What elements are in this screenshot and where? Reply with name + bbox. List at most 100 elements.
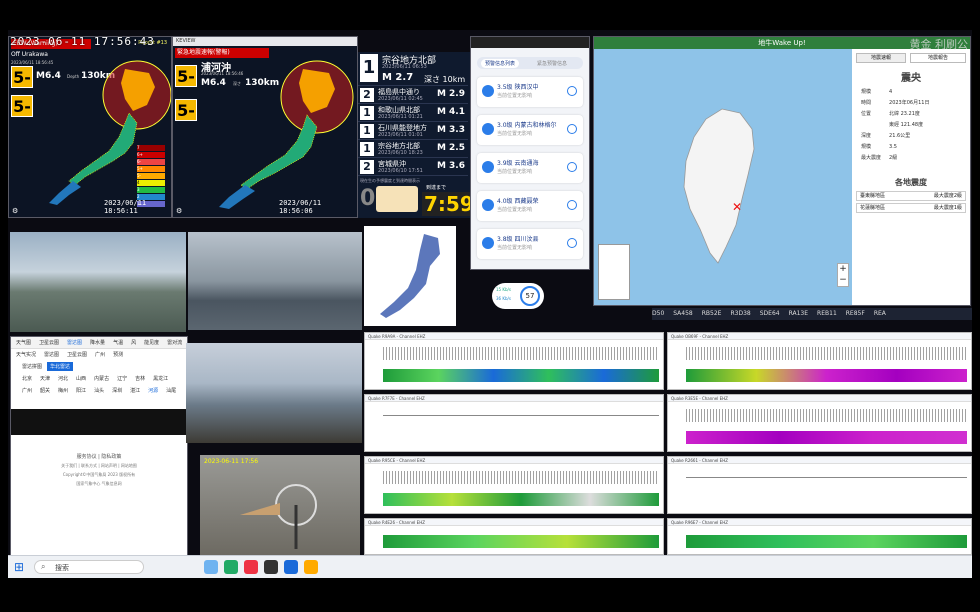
seismogram-panel[interactable]: Quake R4E26 - Channel EHZ bbox=[364, 518, 664, 555]
taiwan-quake-window[interactable]: 地牛Wake Up! ✕ + − 地震速報 地震報告 震央 規模 4 時間 2023年… bbox=[593, 36, 971, 306]
tab-visibility[interactable]: 能见度 bbox=[141, 338, 162, 347]
chip-satellite[interactable]: 卫星云图 bbox=[64, 350, 90, 359]
chip-live[interactable]: 天气实况 bbox=[13, 350, 39, 359]
city-link[interactable]: 深圳 bbox=[109, 386, 125, 395]
list-item[interactable]: 3.0级 内蒙古和林格尔 当前位置无影响 bbox=[477, 115, 583, 145]
city-link[interactable]: 湛江 bbox=[127, 386, 143, 395]
city-link[interactable]: 汕头 bbox=[91, 386, 107, 395]
tab-report[interactable]: 地震報告 bbox=[910, 53, 966, 63]
tab-wind[interactable]: 风 bbox=[128, 338, 139, 347]
station-list-bar[interactable]: D50 SA458 RB52E R3D38 SDE64 RA13E REB11 RE85F RE… bbox=[652, 308, 972, 320]
list-item[interactable]: 1 宗谷地方北部 2023/06/11 06:53 M 2.7 深さ 10km bbox=[358, 52, 468, 86]
city-link[interactable]: 汕尾 bbox=[163, 386, 179, 395]
tab-rain[interactable]: 降水量 bbox=[87, 338, 108, 347]
camera-timestamp: 2023-06-11 17:56 bbox=[204, 458, 259, 465]
city-link[interactable]: 北京 bbox=[19, 374, 35, 383]
quake-history-panel[interactable]: 1 宗谷地方北部 2023/06/11 06:53 M 2.7 深さ 10km … bbox=[358, 52, 476, 218]
jma-intensity-map[interactable] bbox=[364, 226, 456, 326]
weather-browser-window[interactable]: 天气图 卫星云图 雷达图 降水量 气温风能见度 雷对流 天气实况 雷达图 卫星云图 广州 预测 雷… bbox=[10, 336, 188, 556]
eew-map-window-right[interactable]: KEVIEW 緊急地震速報(警報) 浦河沖 2023/06/11 18:56:4… bbox=[172, 36, 358, 218]
tab-satellite[interactable]: 卫星云图 bbox=[36, 338, 62, 347]
start-icon[interactable]: ⊞ bbox=[14, 560, 24, 574]
city-link[interactable]: 广州 bbox=[19, 386, 35, 395]
list-item[interactable]: 1 石川県能登地方 2023/06/11 01:01 M 3.3 bbox=[358, 122, 468, 140]
zoom-control[interactable]: + − bbox=[837, 263, 849, 287]
region-select[interactable]: 华北雷达 bbox=[47, 362, 74, 371]
info-value: 21.6公里 bbox=[889, 133, 911, 139]
webcam-harbor[interactable] bbox=[188, 232, 362, 330]
app-icon[interactable] bbox=[264, 560, 278, 574]
city-link[interactable]: 梅州 bbox=[55, 386, 71, 395]
city-link[interactable]: 黑龙江 bbox=[150, 374, 171, 383]
eew-map-window-left[interactable]: EEW (Warning) Report #13 Off Urakawa 202… bbox=[8, 36, 172, 218]
city-link[interactable]: 河源 bbox=[145, 386, 161, 395]
tab-urgent[interactable]: 紧急预警信息 bbox=[537, 60, 567, 67]
app-icon[interactable] bbox=[244, 560, 258, 574]
city-link[interactable]: 山西 bbox=[73, 374, 89, 383]
card-title: 4.0级 西藏聂荣 bbox=[497, 198, 539, 205]
list-item[interactable]: 1 宗谷地方北部 2023/06/10 18:23 M 2.5 bbox=[358, 140, 468, 158]
city-link[interactable]: 河北 bbox=[55, 374, 71, 383]
seismogram-title: Quake R3E5E - Channel EHZ bbox=[668, 395, 971, 402]
settings-icon[interactable]: ⚙ bbox=[176, 207, 182, 215]
city-link[interactable]: 吉林 bbox=[132, 374, 148, 383]
seismogram-panel[interactable]: Quake R7F7E - Channel EHZ bbox=[364, 394, 664, 452]
arrow-icon bbox=[567, 86, 577, 96]
info-key: 時間 bbox=[861, 100, 872, 106]
seismogram-title: Quake OB69F - Channel EHZ bbox=[668, 333, 971, 340]
chip-guangzhou[interactable]: 广州 bbox=[92, 350, 108, 359]
station-tag[interactable]: RA13E bbox=[789, 310, 808, 317]
list-item[interactable]: 3.9级 云南通海 当前位置无影响 bbox=[477, 153, 583, 183]
webcam-anemometer[interactable]: 2023-06-11 17:56 bbox=[200, 455, 360, 555]
seismogram-panel[interactable]: Quake R2661 - Channel EHZ bbox=[667, 456, 972, 514]
radar-player-bar[interactable] bbox=[11, 409, 187, 435]
search-input[interactable]: ⌕ 搜索 bbox=[34, 560, 144, 574]
station-tag[interactable]: RB52E bbox=[702, 310, 722, 317]
list-item[interactable]: 3.5级 陕西汉中 当前位置无影响 bbox=[477, 77, 583, 107]
tab-realtime[interactable]: 地震速報 bbox=[856, 53, 906, 63]
seismogram-panel[interactable]: Quake R96E7 - Channel EHZ bbox=[667, 518, 972, 555]
earthquake-app-window[interactable]: 预警信息列表 紧急预警信息 3.5级 陕西汉中 当前位置无影响 3.0级 内蒙古和… bbox=[470, 36, 590, 270]
seismogram-title: Quake R9A9A - Channel EHZ bbox=[365, 333, 663, 340]
city-link[interactable]: 辽宁 bbox=[114, 374, 130, 383]
station-tag[interactable]: REB11 bbox=[817, 310, 837, 317]
tab-temp[interactable]: 气温 bbox=[110, 338, 126, 347]
explorer-icon[interactable] bbox=[204, 560, 218, 574]
seismogram-panel[interactable]: Quake R95CE - Channel EHZ bbox=[364, 456, 664, 514]
city-link[interactable]: 韶关 bbox=[37, 386, 53, 395]
webcam-sea[interactable] bbox=[186, 343, 362, 443]
station-tag[interactable]: D50 bbox=[652, 310, 664, 317]
station-tag[interactable]: RE85F bbox=[846, 310, 865, 317]
list-item[interactable]: 2 宮城県沖 2023/06/10 17:51 M 3.6 bbox=[358, 158, 468, 176]
city-link[interactable]: 内蒙古 bbox=[91, 374, 112, 383]
list-item[interactable]: 3.8级 四川汶县 当前位置无影响 bbox=[477, 229, 583, 259]
app-icon[interactable] bbox=[224, 560, 238, 574]
list-item[interactable]: 花蓮縣地區 最大震度1級 bbox=[856, 203, 966, 213]
tab-weather[interactable]: 天气图 bbox=[13, 338, 34, 347]
city-link[interactable]: 天津 bbox=[37, 374, 53, 383]
station-tag[interactable]: SA458 bbox=[673, 310, 692, 317]
list-item[interactable]: 臺東縣地區 最大震度2級 bbox=[856, 191, 966, 201]
station-tag[interactable]: REA bbox=[874, 310, 886, 317]
station-tag[interactable]: SDE64 bbox=[760, 310, 780, 317]
chip-forecast[interactable]: 预测 bbox=[110, 350, 126, 359]
settings-icon[interactable]: ⚙ bbox=[12, 207, 18, 215]
seismogram-panel[interactable]: Quake OB69F - Channel EHZ bbox=[667, 332, 972, 390]
seismogram-panel[interactable]: Quake R3E5E - Channel EHZ bbox=[667, 394, 972, 452]
card-sub: 当前位置无影响 bbox=[497, 169, 533, 175]
tab-radar[interactable]: 雷达图 bbox=[64, 338, 85, 347]
list-item[interactable]: 1 和歌山県北部 2023/06/11 01:21 M 4.1 bbox=[358, 104, 468, 122]
app-icon[interactable] bbox=[304, 560, 318, 574]
seismogram-panel[interactable]: Quake R9A9A - Channel EHZ bbox=[364, 332, 664, 390]
tab-convection[interactable]: 雷对流 bbox=[164, 338, 185, 347]
station-tag[interactable]: R3D38 bbox=[730, 310, 750, 317]
list-item[interactable]: 2 福島県中通り 2023/06/11 02:45 M 2.9 bbox=[358, 86, 468, 104]
list-item[interactable]: 4.0级 西藏聂荣 当前位置无影响 bbox=[477, 191, 583, 221]
waveform-trace bbox=[383, 347, 659, 360]
browser-icon[interactable] bbox=[284, 560, 298, 574]
webcam-city[interactable] bbox=[10, 232, 186, 332]
taiwan-map[interactable]: ✕ + − bbox=[594, 49, 852, 305]
chip-radar[interactable]: 雷达图 bbox=[41, 350, 62, 359]
tab-list[interactable]: 预警信息列表 bbox=[481, 59, 520, 68]
city-link[interactable]: 阳江 bbox=[73, 386, 89, 395]
